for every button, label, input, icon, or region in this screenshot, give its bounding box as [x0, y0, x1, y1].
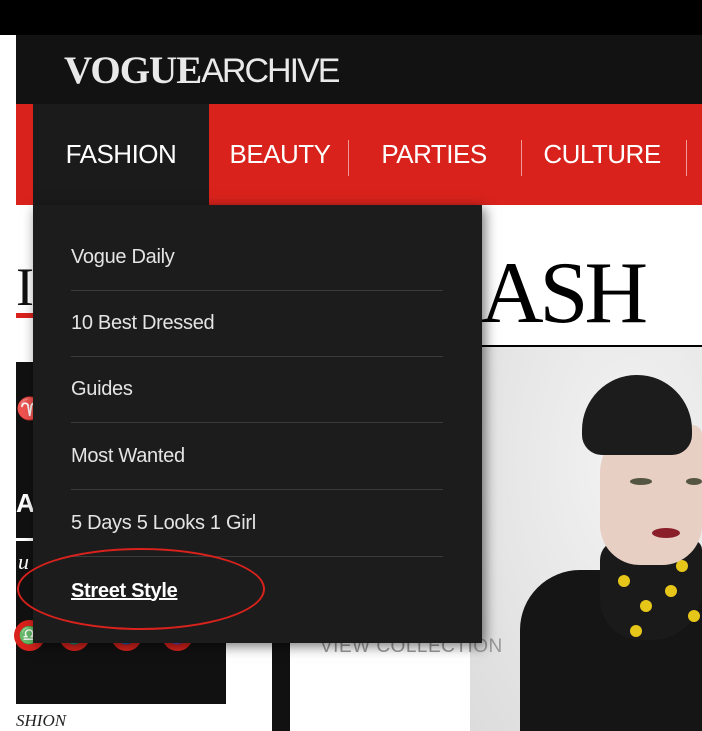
logo-light-text: ARCHIVE [201, 52, 340, 90]
scarf-dot [630, 625, 642, 637]
nav-parties[interactable]: PARTIES [353, 104, 515, 205]
scarf-dot [676, 560, 688, 572]
scarf-dot [640, 600, 652, 612]
photo-lips [652, 528, 680, 538]
left-italic-fragment: u [18, 549, 29, 574]
fashion-headline-fragment: ASH [480, 245, 648, 342]
menu-item-most-wanted[interactable]: Most Wanted [71, 424, 443, 490]
scarf-dot [665, 585, 677, 597]
menu-item-10-best-dressed[interactable]: 10 Best Dressed [71, 291, 443, 357]
top-black-bar [0, 0, 702, 35]
nav-separator [348, 140, 349, 176]
left-headline-fragment: I [16, 257, 34, 317]
scarf-dot [688, 610, 700, 622]
menu-item-5-days-5-looks[interactable]: 5 Days 5 Looks 1 Girl [71, 491, 443, 557]
scarf-dot [618, 575, 630, 587]
nav-beauty[interactable]: BEAUTY [218, 104, 342, 205]
nav-culture[interactable]: CULTURE [526, 104, 678, 205]
nav-fashion[interactable]: FASHION [33, 104, 209, 205]
left-bottom-text: SHION [16, 711, 67, 730]
highlight-ellipse [17, 548, 265, 630]
menu-item-guides[interactable]: Guides [71, 357, 443, 423]
vogue-archive-logo[interactable]: VOGUE ARCHIVE [64, 42, 340, 92]
nav-separator [521, 140, 522, 176]
menu-item-vogue-daily[interactable]: Vogue Daily [71, 225, 443, 291]
logo-bold-text: VOGUE [64, 49, 202, 92]
photo-eye [686, 478, 702, 485]
photo-eye [630, 478, 652, 485]
nav-separator [686, 140, 687, 176]
